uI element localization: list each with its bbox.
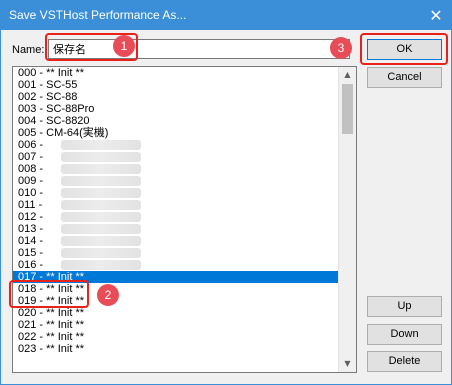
list-item[interactable]: 002 - SC-88: [13, 91, 356, 103]
redacted-text: [61, 152, 141, 162]
list-item[interactable]: 023 - ** Init **: [13, 343, 356, 355]
list-items: 000 - ** Init ** 001 - SC-55 002 - SC-88 00…: [13, 67, 356, 355]
scroll-down-icon[interactable]: ▼: [339, 356, 356, 372]
redacted-text: [61, 236, 141, 246]
list-item[interactable]: 015 -: [13, 247, 356, 259]
scroll-up-icon[interactable]: ▲: [339, 67, 356, 83]
redacted-text: [61, 188, 141, 198]
save-performance-dialog: Save VSTHost Performance As... ✕ Name: 0…: [0, 0, 452, 385]
annotation-badge-1: 1: [113, 35, 135, 57]
list-item[interactable]: 012 -: [13, 211, 356, 223]
delete-button[interactable]: Delete: [367, 351, 442, 372]
list-item[interactable]: 001 - SC-55: [13, 79, 356, 91]
list-item[interactable]: 020 - ** Init **: [13, 307, 356, 319]
cancel-button[interactable]: Cancel: [367, 67, 442, 88]
list-item[interactable]: 010 -: [13, 187, 356, 199]
down-button[interactable]: Down: [367, 324, 442, 345]
list-item[interactable]: 021 - ** Init **: [13, 319, 356, 331]
performance-list[interactable]: 000 - ** Init ** 001 - SC-55 002 - SC-88 00…: [12, 66, 357, 373]
up-button[interactable]: Up: [367, 296, 442, 317]
list-item[interactable]: 009 -: [13, 175, 356, 187]
list-item[interactable]: 007 -: [13, 151, 356, 163]
list-item[interactable]: 011 -: [13, 199, 356, 211]
redacted-text: [61, 224, 141, 234]
redacted-text: [61, 200, 141, 210]
annotation-badge-3: 3: [330, 37, 352, 59]
title-bar[interactable]: Save VSTHost Performance As... ✕: [1, 1, 451, 30]
vertical-scrollbar[interactable]: ▲ ▼: [338, 67, 356, 372]
close-icon[interactable]: ✕: [421, 1, 451, 30]
list-item[interactable]: 003 - SC-88Pro: [13, 103, 356, 115]
redacted-text: [61, 176, 141, 186]
list-item[interactable]: 008 -: [13, 163, 356, 175]
redacted-text: [61, 164, 141, 174]
annotation-box-ok: [360, 33, 448, 65]
name-label: Name:: [12, 44, 45, 56]
redacted-text: [61, 260, 141, 270]
window-title: Save VSTHost Performance As...: [9, 8, 187, 22]
list-item[interactable]: 005 - CM-64(実機): [13, 127, 356, 139]
list-item[interactable]: 016 -: [13, 259, 356, 271]
list-item[interactable]: 022 - ** Init **: [13, 331, 356, 343]
list-item[interactable]: 006 -: [13, 139, 356, 151]
redacted-text: [61, 140, 141, 150]
redacted-text: [61, 212, 141, 222]
list-item[interactable]: 013 -: [13, 223, 356, 235]
list-item[interactable]: 000 - ** Init **: [13, 67, 356, 79]
list-item[interactable]: 014 -: [13, 235, 356, 247]
annotation-badge-2: 2: [97, 284, 119, 306]
list-item[interactable]: 004 - SC-8820: [13, 115, 356, 127]
scrollbar-thumb[interactable]: [342, 84, 353, 134]
annotation-box-list-item: [9, 280, 89, 308]
redacted-text: [61, 248, 141, 258]
